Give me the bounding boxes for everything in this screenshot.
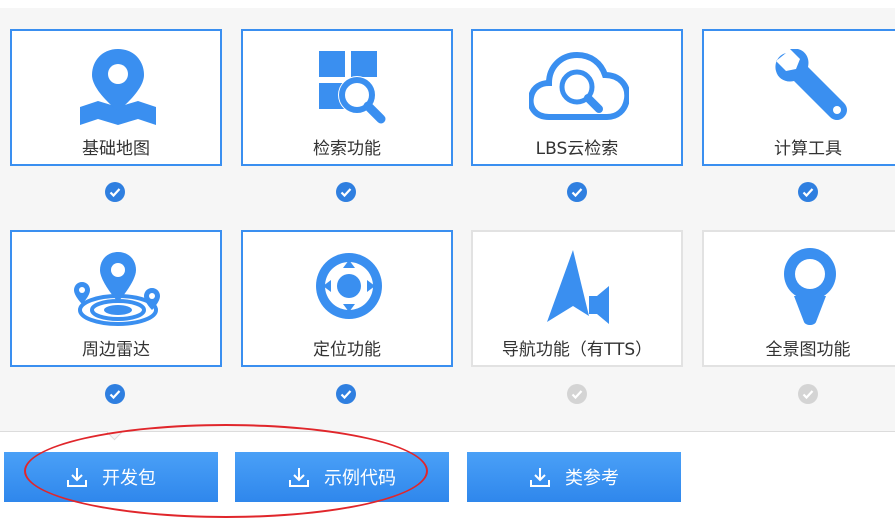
feature-card-radar[interactable]: 周边雷达 <box>10 230 222 367</box>
checkbox-search[interactable] <box>336 182 356 202</box>
feature-card-panorama[interactable]: 全景图功能 <box>702 230 895 367</box>
wrench-icon <box>775 49 847 120</box>
feature-card-location[interactable]: 定位功能 <box>241 230 453 367</box>
panorama-pin-icon <box>784 248 836 325</box>
download-dev-pack-button[interactable]: 开发包 <box>4 452 218 502</box>
search-grid-icon <box>319 51 386 124</box>
feature-label: 导航功能（有TTS） <box>501 340 653 360</box>
download-sample-code-button[interactable]: 示例代码 <box>235 452 449 502</box>
feature-label: 计算工具 <box>774 139 842 159</box>
checkbox-compute-tools[interactable] <box>798 182 818 202</box>
download-class-reference-button[interactable]: 类参考 <box>467 452 681 502</box>
checkbox-location[interactable] <box>336 384 356 404</box>
button-label: 示例代码 <box>324 468 396 489</box>
checkbox-lbs-cloud[interactable] <box>567 182 587 202</box>
download-icon <box>289 468 309 487</box>
feature-card-basic-map[interactable]: 基础地图 <box>10 29 222 166</box>
crosshair-icon <box>316 253 382 319</box>
checkbox-basic-map[interactable] <box>105 182 125 202</box>
feature-card-compute-tools[interactable]: 计算工具 <box>702 29 895 166</box>
cloud-search-icon <box>529 51 629 120</box>
feature-card-search[interactable]: 检索功能 <box>241 29 453 166</box>
download-icon <box>67 468 87 487</box>
feature-label: 检索功能 <box>313 139 381 159</box>
feature-card-lbs-cloud[interactable]: LBS云检索 <box>471 29 683 166</box>
button-label: 开发包 <box>102 468 156 489</box>
panel-divider <box>0 431 895 432</box>
navigation-arrow-icon <box>547 250 609 324</box>
feature-label: 全景图功能 <box>765 340 851 360</box>
map-pin-icon <box>80 49 156 125</box>
checkbox-radar[interactable] <box>105 384 125 404</box>
checkbox-panorama[interactable] <box>798 384 818 404</box>
feature-label: LBS云检索 <box>535 139 619 159</box>
feature-card-navigation[interactable]: 导航功能（有TTS） <box>471 230 683 367</box>
feature-label: 周边雷达 <box>82 340 150 360</box>
feature-label: 定位功能 <box>313 340 381 360</box>
radar-icon <box>74 252 160 326</box>
download-icon <box>530 468 550 487</box>
checkbox-navigation[interactable] <box>567 384 587 404</box>
feature-label: 基础地图 <box>82 139 150 159</box>
button-label: 类参考 <box>565 468 619 489</box>
